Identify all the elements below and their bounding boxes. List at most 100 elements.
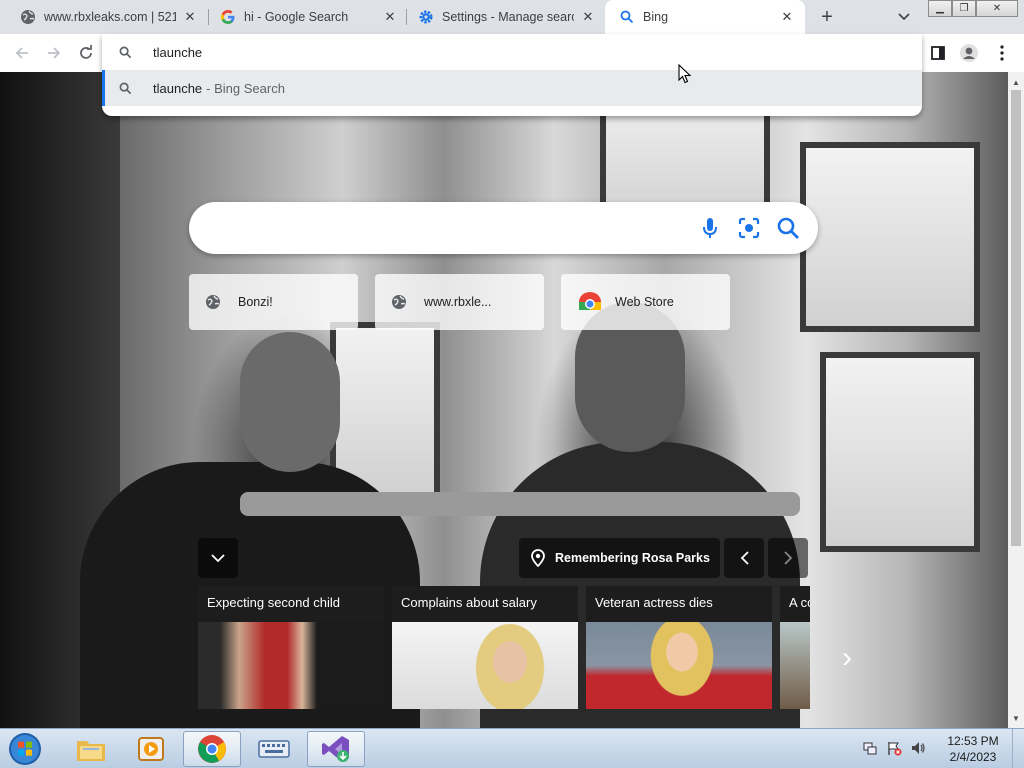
news-card-title: A co [789,595,810,610]
globe-icon [20,9,36,25]
mouse-cursor-icon [678,63,692,87]
show-desktop-button[interactable] [1012,729,1024,768]
shortcut-tile-rbxleaks[interactable]: www.rbxle... [375,274,544,330]
news-card[interactable]: A co [780,586,810,709]
taskbar-visual-studio-installer-button[interactable] [307,731,365,767]
tab-title: Bing [643,10,669,24]
settings-gear-icon [418,9,434,25]
tab-settings[interactable]: Settings - Manage search ✕ [404,0,606,34]
news-card[interactable]: Expecting second child [198,586,384,709]
address-input[interactable] [153,42,853,62]
globe-icon [205,294,221,310]
shortcut-label: www.rbxle... [424,295,492,309]
tab-title: www.rbxleaks.com | 521: [44,10,176,24]
volume-icon[interactable] [910,740,926,759]
system-tray [862,737,926,761]
tab-strip: www.rbxleaks.com | 521: ✕ hi - Google Se… [0,0,1024,34]
shortcut-label: Web Store [615,295,674,309]
taskbar-onscreen-keyboard-button[interactable] [245,731,303,767]
chrome-web-store-icon [577,292,603,312]
action-center-flag-icon[interactable] [886,740,902,759]
windows-taskbar: 12:53 PM 2/4/2023 [0,728,1024,768]
forward-arrow-icon [48,47,61,59]
bus-window [800,142,980,332]
news-card-title: Veteran actress dies [595,595,713,610]
chevron-down-icon [211,553,225,562]
taskbar-media-player-button[interactable] [122,731,180,767]
omnibox-suggestion[interactable]: tlaunche - Bing Search [102,70,922,106]
news-card-image [586,622,772,709]
chevron-left-icon [740,551,749,565]
shortcut-tile-bonzi[interactable]: Bonzi! [189,274,358,330]
news-next-icon[interactable]: › [834,638,860,678]
news-card-title: Expecting second child [207,595,340,610]
suggestion-source: - Bing Search [206,80,285,96]
network-icon[interactable] [862,740,878,759]
chrome-icon [198,735,226,763]
image-location-button[interactable]: Remembering Rosa Parks [519,538,720,578]
clock-time: 12:53 PM [947,734,999,748]
close-tab-icon[interactable]: ✕ [182,9,198,25]
tab-bing[interactable]: Bing ✕ [605,0,805,34]
windows-logo-icon [9,733,41,765]
close-tab-icon[interactable]: ✕ [779,9,795,25]
side-panel-icon[interactable] [927,42,949,64]
page-scrollbar[interactable]: ▲ ▼ [1008,72,1024,728]
news-card[interactable]: Complains about salary [392,586,578,709]
keyboard-icon [258,740,290,758]
bus-window [820,352,980,552]
media-player-icon [138,737,164,761]
shortcut-tile-web-store[interactable]: Web Store [561,274,730,330]
microphone-icon[interactable] [697,215,723,241]
ntp-search-box[interactable] [189,202,818,254]
close-window-button[interactable]: ✕ [976,0,1018,17]
globe-icon [391,294,407,310]
news-card-image [780,622,810,709]
omnibox-dropdown: tlaunche - Bing Search [102,34,922,116]
next-image-button[interactable] [768,538,808,578]
scrollbar-thumb[interactable] [1011,90,1021,546]
taskbar-clock[interactable]: 12:53 PM 2/4/2023 [946,733,1000,765]
taskbar-explorer-button[interactable] [62,731,120,767]
folder-icon [77,741,105,761]
reload-button[interactable] [74,41,98,65]
search-icon[interactable] [775,215,801,241]
forward-button[interactable] [42,41,66,65]
new-tab-button[interactable]: + [816,6,838,28]
back-arrow-icon [15,47,28,59]
restore-window-button[interactable]: ❐ [952,0,976,17]
chevron-right-icon [783,551,792,565]
news-card-image [198,622,384,709]
more-menu-icon[interactable] [991,42,1013,64]
minimize-window-button[interactable]: ▁ [928,0,952,17]
close-tab-icon[interactable]: ✕ [580,9,596,25]
address-bar[interactable] [102,34,922,70]
collapse-feed-button[interactable] [198,538,238,578]
scroll-up-arrow-icon[interactable]: ▲ [1008,74,1024,90]
lens-camera-icon[interactable] [736,215,762,241]
selection-indicator [102,70,105,106]
tab-google-search[interactable]: hi - Google Search ✕ [206,0,408,34]
back-button[interactable] [10,41,34,65]
search-icon [119,46,135,59]
profile-avatar-icon[interactable] [958,42,980,64]
close-tab-icon[interactable]: ✕ [382,9,398,25]
bus-seat-rail [240,492,800,516]
previous-image-button[interactable] [724,538,764,578]
start-button[interactable] [6,731,44,767]
search-icon [119,82,135,95]
new-tab-page: Bonzi! www.rbxle... Web Store Rememberin… [0,72,1008,728]
location-pin-icon [531,549,545,567]
tab-title: Settings - Manage search [442,10,574,24]
reload-icon [80,45,92,59]
person-head [240,332,340,472]
tab-rbxleaks[interactable]: www.rbxleaks.com | 521: ✕ [6,0,208,34]
tab-search-chevron-icon[interactable] [894,7,914,27]
tab-title: hi - Google Search [244,10,349,24]
scroll-down-arrow-icon[interactable]: ▼ [1008,710,1024,726]
shortcut-label: Bonzi! [238,295,273,309]
search-icon [619,9,635,25]
taskbar-chrome-button[interactable] [183,731,241,767]
news-card[interactable]: Veteran actress dies [586,586,772,709]
news-card-image [392,622,578,709]
